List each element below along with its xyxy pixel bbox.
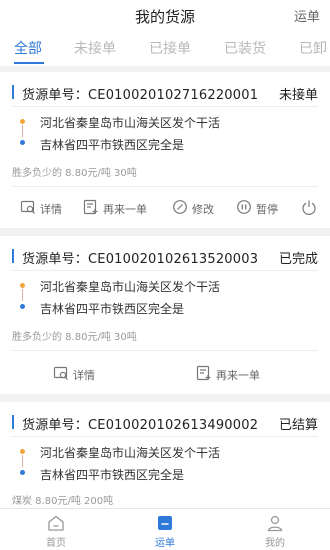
edit-label: 修改 (192, 203, 214, 216)
reorder-icon (196, 365, 211, 381)
home-icon (48, 515, 64, 531)
status-tabs: 全部 未接单 已接单 已装货 已卸 (0, 32, 330, 66)
card-actions: 详情 再来一单 (0, 364, 330, 386)
bottom-navigation: 首页 运单 我的 (0, 508, 330, 550)
shipment-number: 货源单号：CE010020102613490002 (22, 418, 259, 433)
waybill-icon (158, 516, 172, 530)
origin-dot-icon (20, 283, 25, 288)
reorder-label: 再来一单 (103, 203, 147, 216)
reorder-label: 再来一单 (216, 369, 260, 382)
card-header: 货源单号：CE010020102613520003 已完成 (0, 246, 330, 267)
divider (12, 350, 318, 351)
pause-icon (237, 200, 251, 214)
destination-address: 吉林省四平市铁西区完全是 (40, 468, 185, 482)
nav-home-label: 首页 (46, 538, 66, 549)
pause-label: 暂停 (256, 203, 278, 216)
nav-waybill[interactable]: 运单 (135, 514, 195, 549)
shipment-number: 货源单号：CE010020102613520003 (22, 252, 259, 267)
cargo-info: 胜多负少的 8.80元/吨 30吨 (12, 168, 137, 179)
nav-profile-label: 我的 (265, 538, 285, 549)
edit-icon (173, 200, 187, 214)
destination-address: 吉林省四平市铁西区完全是 (40, 138, 185, 152)
status-badge: 未接单 (278, 88, 318, 103)
card-actions: 详情 再来一单 修改 暂停 (0, 198, 330, 220)
divider (12, 270, 318, 271)
origin-address: 河北省秦皇岛市山海关区发个干活 (40, 280, 221, 294)
divider (12, 436, 318, 437)
shipment-card[interactable]: 货源单号：CE010020102613520003 已完成 河北省秦皇岛市山海关… (0, 236, 330, 394)
destination-address: 吉林省四平市铁西区完全是 (40, 302, 185, 316)
profile-icon (267, 515, 283, 532)
top-bar: 我的货源 运单 (0, 0, 330, 32)
status-badge: 已完成 (278, 252, 318, 267)
destination-dot-icon (20, 140, 25, 145)
page-title: 我的货源 (134, 8, 195, 26)
shipment-card[interactable]: 货源单号：CE010020102716220001 未接单 河北省秦皇岛市山海关… (0, 72, 330, 228)
card-accent-bar (12, 85, 14, 99)
card-header: 货源单号：CE010020102716220001 未接单 (0, 82, 330, 103)
tab-unloaded[interactable]: 已卸 (299, 38, 327, 58)
destination-dot-icon (20, 304, 25, 309)
nav-home[interactable]: 首页 (26, 514, 86, 549)
waybill-link[interactable]: 运单 (294, 6, 320, 25)
nav-waybill-label: 运单 (155, 538, 175, 549)
divider (12, 186, 318, 187)
status-badge: 已结算 (278, 418, 318, 433)
divider (12, 106, 318, 107)
shipment-number: 货源单号：CE010020102716220001 (22, 88, 259, 103)
card-accent-bar (12, 249, 14, 263)
origin-dot-icon (20, 119, 25, 124)
reorder-icon (83, 199, 98, 215)
route-line (22, 289, 23, 301)
cargo-info: 煤炭 8.80元/吨 200吨 (12, 496, 114, 507)
power-icon (302, 200, 316, 215)
card-header: 货源单号：CE010020102613490002 已结算 (0, 412, 330, 433)
route-line (22, 125, 23, 137)
cargo-info: 胜多负少的 8.80元/吨 30吨 (12, 332, 137, 343)
card-accent-bar (12, 415, 14, 429)
route-line (22, 455, 23, 467)
nav-profile[interactable]: 我的 (245, 514, 305, 549)
tab-unaccepted[interactable]: 未接单 (74, 38, 116, 58)
details-icon (20, 200, 35, 214)
origin-address: 河北省秦皇岛市山海关区发个干活 (40, 446, 221, 460)
details-icon (53, 366, 68, 380)
tab-loaded[interactable]: 已装货 (224, 38, 266, 58)
tab-all[interactable]: 全部 (14, 38, 42, 58)
details-label: 详情 (40, 203, 62, 216)
shipment-card[interactable]: 货源单号：CE010020102613490002 已结算 河北省秦皇岛市山海关… (0, 402, 330, 508)
details-label: 详情 (73, 369, 95, 382)
destination-dot-icon (20, 470, 25, 475)
active-tab-indicator (14, 62, 44, 64)
origin-address: 河北省秦皇岛市山海关区发个干活 (40, 116, 221, 130)
origin-dot-icon (20, 449, 25, 454)
tab-accepted[interactable]: 已接单 (149, 38, 191, 58)
